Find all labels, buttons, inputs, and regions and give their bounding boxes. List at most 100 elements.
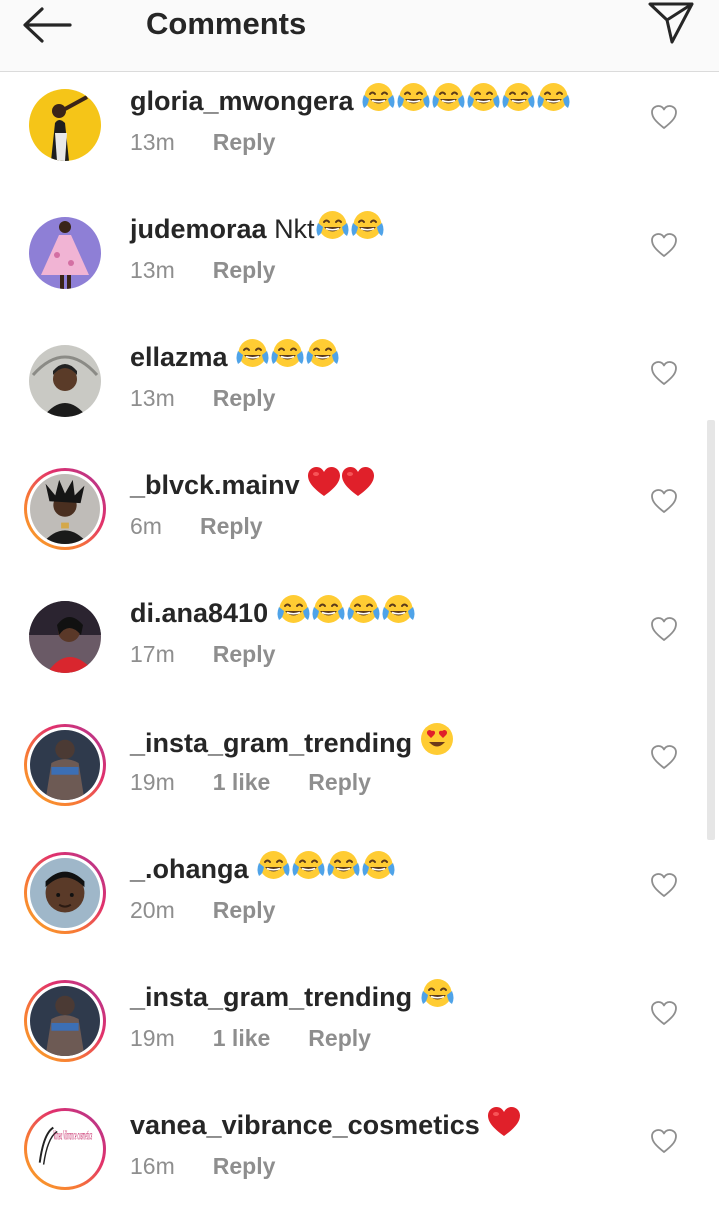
top-bar: Comments [0,0,719,72]
like-comment-button[interactable] [650,232,678,258]
avatar[interactable] [30,730,100,800]
red-heart-emoji [341,466,375,498]
avatar[interactable] [29,601,101,673]
reply-button[interactable]: Reply [213,129,276,155]
like-comment-button[interactable] [650,104,678,130]
reply-button[interactable]: Reply [213,257,276,283]
comment-meta: 20m Reply [130,894,313,926]
avatar[interactable] [29,89,101,161]
comment-username[interactable]: di.ana8410 [130,598,268,628]
scrollbar[interactable] [707,420,715,840]
comment-row: _blvck.mainv 6m Reply [0,456,719,584]
comment-username[interactable]: vanea_vibrance_cosmetics [130,1110,480,1140]
face-with-tears-of-joy-emoji [466,82,501,114]
comment-meta: 13m Reply [130,126,313,158]
avatar-ring-gap [27,727,103,803]
face-with-tears-of-joy-emoji [311,594,346,626]
face-with-tears-of-joy-emoji [420,978,455,1010]
avatar[interactable] [29,345,101,417]
avatar-story-ring[interactable] [24,980,106,1062]
reply-button[interactable]: Reply [308,1025,371,1051]
heart-outline-icon [651,105,677,129]
avatar[interactable] [30,858,100,928]
avatar[interactable]: Vanea Vibrance cosmetics [30,1114,100,1184]
avatar-story-ring[interactable] [24,468,106,550]
comment-list: gloria_mwongera 13m Reply judemoraa Nkt 13m… [0,72,719,1224]
heart-outline-icon [651,361,677,385]
heart-outline-icon [651,1129,677,1153]
heart-outline-icon [651,233,677,257]
comment-timestamp: 20m [130,897,175,923]
face-with-tears-of-joy-emoji [396,82,431,114]
comment-row: gloria_mwongera 13m Reply [0,72,719,200]
comment-username[interactable]: _.ohanga [130,854,249,884]
avatar-frame[interactable] [24,596,106,678]
heart-outline-icon [651,873,677,897]
like-comment-button[interactable] [650,488,678,514]
comment-username[interactable]: judemoraa [130,214,267,244]
like-comment-button[interactable] [650,744,678,770]
avatar-frame[interactable] [24,84,106,166]
reply-button[interactable]: Reply [200,513,263,539]
face-with-tears-of-joy-emoji [501,82,536,114]
comment-timestamp: 13m [130,257,175,283]
comment-meta: 6m Reply [130,510,301,542]
avatar-story-ring[interactable] [24,852,106,934]
reply-button[interactable]: Reply [213,385,276,411]
like-comment-button[interactable] [650,872,678,898]
reply-button[interactable]: Reply [213,897,276,923]
comment-body: _insta_gram_trending [130,722,454,761]
like-comment-button[interactable] [650,360,678,386]
comment-meta: 16m Reply [130,1150,313,1182]
avatar-ring-gap [27,983,103,1059]
comment-row: _insta_gram_trending 19m 1 like Reply [0,968,719,1096]
red-heart-emoji [307,466,341,498]
comment-meta: 19m 1 like Reply [130,1022,409,1054]
share-button[interactable] [646,0,696,46]
comment-body: vanea_vibrance_cosmetics [130,1106,521,1143]
heart-outline-icon [651,1001,677,1025]
comment-username[interactable]: ellazma [130,342,228,372]
comment-row: _.ohanga 20m Reply [0,840,719,968]
avatar[interactable] [29,217,101,289]
face-with-tears-of-joy-emoji [361,82,396,114]
comment-timestamp: 17m [130,641,175,667]
comment-row: di.ana8410 17m Reply [0,584,719,712]
comment-likes[interactable]: 1 like [213,769,271,795]
face-with-tears-of-joy-emoji [536,82,571,114]
comment-username[interactable]: _insta_gram_trending [130,728,412,758]
reply-button[interactable]: Reply [213,1153,276,1179]
comment-row: judemoraa Nkt 13m Reply [0,200,719,328]
like-comment-button[interactable] [650,1000,678,1026]
avatar[interactable] [30,986,100,1056]
heart-outline-icon [651,489,677,513]
heart-outline-icon [651,745,677,769]
comment-body: di.ana8410 [130,594,416,631]
reply-button[interactable]: Reply [308,769,371,795]
comment-likes[interactable]: 1 like [213,1025,271,1051]
avatar-story-ring[interactable] [24,724,106,806]
comment-row: ellazma 13m Reply [0,328,719,456]
arrow-left-icon [23,7,72,43]
red-heart-emoji [487,1106,521,1138]
face-with-tears-of-joy-emoji [276,594,311,626]
face-with-tears-of-joy-emoji [270,338,305,370]
avatar-frame[interactable] [24,340,106,422]
back-button[interactable] [20,6,74,44]
avatar-story-ring[interactable]: Vanea Vibrance cosmetics [24,1108,106,1190]
comment-row: _insta_gram_trending 19m 1 like Reply [0,712,719,840]
comment-timestamp: 19m [130,769,175,795]
comment-username[interactable]: gloria_mwongera [130,86,354,116]
like-comment-button[interactable] [650,1128,678,1154]
reply-button[interactable]: Reply [213,641,276,667]
paper-plane-icon [648,2,694,44]
face-with-tears-of-joy-emoji [350,210,385,242]
avatar[interactable] [30,474,100,544]
like-comment-button[interactable] [650,616,678,642]
avatar-ring-gap: Vanea Vibrance cosmetics [27,1111,103,1187]
avatar-frame[interactable] [24,212,106,294]
comment-username[interactable]: _blvck.mainv [130,470,300,500]
comment-username[interactable]: _insta_gram_trending [130,982,412,1012]
face-with-tears-of-joy-emoji [361,850,396,882]
face-with-tears-of-joy-emoji [256,850,291,882]
